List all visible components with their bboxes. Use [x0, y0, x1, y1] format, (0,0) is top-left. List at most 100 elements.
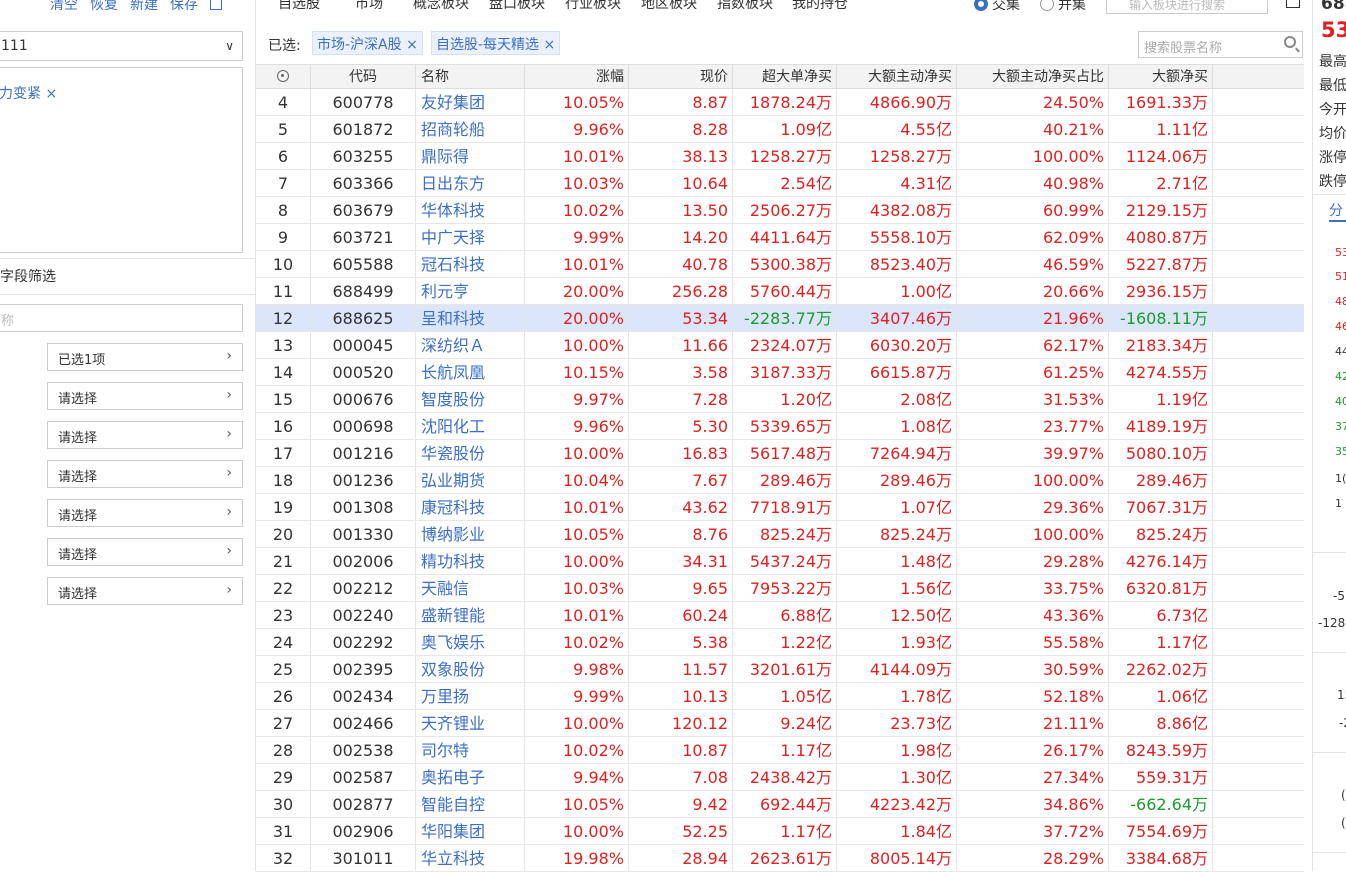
- stock-name[interactable]: 深纺织Ａ: [416, 332, 525, 358]
- table-row[interactable]: 13 000045 深纺织Ａ 10.00% 11.66 2324.07万 6030.20万 6…: [256, 332, 1304, 359]
- table-row[interactable]: 16 000698 沈阳化工 9.96% 5.30 5339.65万 1.08亿 23.77%…: [256, 413, 1304, 440]
- table-row[interactable]: 24 002292 奥飞娱乐 10.02% 5.38 1.22亿 1.93亿 55.58% 1.…: [256, 629, 1304, 656]
- tab-intraday[interactable]: 分: [1329, 200, 1346, 222]
- col-large-net[interactable]: 大额净买: [1109, 65, 1213, 88]
- stock-name[interactable]: 天齐锂业: [416, 710, 525, 736]
- tab-orderbook[interactable]: 盘口板块: [489, 0, 545, 13]
- table-row[interactable]: 7 603366 日出东方 10.03% 10.64 2.54亿 4.31亿 40.98% 2.…: [256, 170, 1304, 197]
- stock-name[interactable]: 奥飞娱乐: [416, 629, 525, 655]
- table-row[interactable]: 22 002212 天融信 10.03% 9.65 7953.22万 1.56亿 33.75%…: [256, 575, 1304, 602]
- board-search-input[interactable]: 输入板块进行搜索: [1106, 0, 1268, 14]
- table-row[interactable]: 4 600778 友好集团 10.05% 8.87 1878.24万 4866.90万 24.…: [256, 89, 1304, 116]
- table-row[interactable]: 32 301011 华立科技 19.98% 28.94 2623.61万 8005.14万 2…: [256, 845, 1304, 872]
- new-link[interactable]: 新建: [130, 0, 158, 14]
- condition-tag[interactable]: 力变紧 ×: [0, 83, 57, 103]
- table-row[interactable]: 15 000676 智度股份 9.97% 7.28 1.20亿 2.08亿 31.53% 1.1…: [256, 386, 1304, 413]
- save-link[interactable]: 保存: [170, 0, 198, 14]
- stock-name[interactable]: 精功科技: [416, 548, 525, 574]
- tab-concept[interactable]: 概念板块: [413, 0, 469, 13]
- table-row[interactable]: 6 603255 鼎际得 10.01% 38.13 1258.27万 1258.27万 100…: [256, 143, 1304, 170]
- table-row[interactable]: 31 002906 华阳集团 10.00% 52.25 1.17亿 1.84亿 37.72% 7…: [256, 818, 1304, 845]
- tab-market[interactable]: 市场: [355, 0, 383, 13]
- table-row[interactable]: 12 688625 呈和科技 20.00% 53.34 -2283.77万 3407.46万…: [256, 305, 1304, 332]
- table-row[interactable]: 23 002240 盛新锂能 10.01% 60.24 6.88亿 12.50亿 43.36%…: [256, 602, 1304, 629]
- stock-name[interactable]: 智度股份: [416, 386, 525, 412]
- tab-region[interactable]: 地区板块: [641, 0, 697, 13]
- col-xl-net[interactable]: 超大单净买: [733, 65, 837, 88]
- table-row[interactable]: 27 002466 天齐锂业 10.00% 120.12 9.24亿 23.73亿 21.11…: [256, 710, 1304, 737]
- col-change[interactable]: 涨幅: [525, 65, 629, 88]
- table-row[interactable]: 21 002006 精功科技 10.00% 34.31 5437.24万 1.48亿 29.2…: [256, 548, 1304, 575]
- restore-link[interactable]: 恢复: [90, 0, 118, 14]
- field-picker[interactable]: 已选1项 ›: [47, 343, 243, 371]
- tab-index[interactable]: 指数板块: [717, 0, 773, 13]
- filter-chip-watchlist[interactable]: 自选股-每天精选 ×: [431, 31, 561, 55]
- table-row[interactable]: 20 001330 博纳影业 10.05% 8.76 825.24万 825.24万 100.…: [256, 521, 1304, 548]
- field-picker[interactable]: 请选择 ›: [47, 421, 243, 449]
- stock-name[interactable]: 弘业期货: [416, 467, 525, 493]
- stock-name[interactable]: 万里扬: [416, 683, 525, 709]
- table-row[interactable]: 26 002434 万里扬 9.99% 10.13 1.05亿 1.78亿 52.18% 1.0…: [256, 683, 1304, 710]
- table-row[interactable]: 17 001216 华瓷股份 10.00% 16.83 5617.48万 7264.94万 3…: [256, 440, 1304, 467]
- table-row[interactable]: 5 601872 招商轮船 9.96% 8.28 1.09亿 4.55亿 40.21% 1.11…: [256, 116, 1304, 143]
- stock-name[interactable]: 利元亨: [416, 278, 525, 304]
- union-radio[interactable]: 并集: [1040, 0, 1086, 14]
- table-row[interactable]: 29 002587 奥拓电子 9.94% 7.08 2438.42万 1.30亿 27.34%…: [256, 764, 1304, 791]
- stock-name[interactable]: 博纳影业: [416, 521, 525, 547]
- table-row[interactable]: 14 000520 长航凤凰 10.15% 3.58 3187.33万 6615.87万 61…: [256, 359, 1304, 386]
- stock-name[interactable]: 华体科技: [416, 197, 525, 223]
- table-row[interactable]: 30 002877 智能自控 10.05% 9.42 692.44万 4223.42万 34.…: [256, 791, 1304, 818]
- table-row[interactable]: 28 002538 司尔特 10.02% 10.87 1.17亿 1.98亿 26.17% 82…: [256, 737, 1304, 764]
- stock-name[interactable]: 华立科技: [416, 845, 525, 871]
- stock-name[interactable]: 沈阳化工: [416, 413, 525, 439]
- field-picker[interactable]: 请选择 ›: [47, 538, 243, 566]
- stock-name[interactable]: 华阳集团: [416, 818, 525, 844]
- stock-name[interactable]: 日出东方: [416, 170, 525, 196]
- table-row[interactable]: 9 603721 中广天择 9.99% 14.20 4411.64万 5558.10万 62.…: [256, 224, 1304, 251]
- stock-name[interactable]: 中广天择: [416, 224, 525, 250]
- stock-name[interactable]: 呈和科技: [416, 305, 525, 331]
- tab-watchlist[interactable]: 自选股: [278, 0, 320, 13]
- field-picker[interactable]: 请选择 ›: [47, 577, 243, 605]
- stock-name[interactable]: 冠石科技: [416, 251, 525, 277]
- field-picker[interactable]: 请选择 ›: [47, 499, 243, 527]
- stock-name[interactable]: 智能自控: [416, 791, 525, 817]
- copy-icon[interactable]: [210, 0, 222, 10]
- stock-name[interactable]: 康冠科技: [416, 494, 525, 520]
- intersect-radio[interactable]: 交集: [974, 0, 1020, 14]
- stock-name[interactable]: 司尔特: [416, 737, 525, 763]
- settings-icon[interactable]: [277, 70, 289, 82]
- stock-name[interactable]: 友好集团: [416, 89, 525, 115]
- window-icon[interactable]: [1286, 0, 1300, 8]
- clear-link[interactable]: 清空: [50, 0, 78, 14]
- field-picker[interactable]: 请选择 ›: [47, 382, 243, 410]
- table-row[interactable]: 10 605588 冠石科技 10.01% 40.78 5300.38万 8523.40万 4…: [256, 251, 1304, 278]
- table-row[interactable]: 11 688499 利元亨 20.00% 256.28 5760.44万 1.00亿 20.6…: [256, 278, 1304, 305]
- col-name[interactable]: 名称: [416, 65, 525, 88]
- strategy-select[interactable]: 111 ∨: [0, 31, 243, 61]
- col-large-active-net[interactable]: 大额主动净买: [837, 65, 957, 88]
- tab-industry[interactable]: 行业板块: [565, 0, 621, 13]
- col-large-active-ratio[interactable]: 大额主动净买占比: [957, 65, 1109, 88]
- table-row[interactable]: 25 002395 双象股份 9.98% 11.57 3201.61万 4144.09万 30…: [256, 656, 1304, 683]
- search-icon[interactable]: [1284, 36, 1296, 48]
- stock-name[interactable]: 双象股份: [416, 656, 525, 682]
- table-row[interactable]: 19 001308 康冠科技 10.01% 43.62 7718.91万 1.07亿 29.3…: [256, 494, 1304, 521]
- stock-name[interactable]: 鼎际得: [416, 143, 525, 169]
- stock-name[interactable]: 天融信: [416, 575, 525, 601]
- table-row[interactable]: 18 001236 弘业期货 10.04% 7.67 289.46万 289.46万 100.…: [256, 467, 1304, 494]
- column-settings[interactable]: [256, 65, 311, 88]
- col-code[interactable]: 代码: [311, 65, 416, 88]
- field-picker[interactable]: 请选择 ›: [47, 460, 243, 488]
- stock-name[interactable]: 华瓷股份: [416, 440, 525, 466]
- stock-name[interactable]: 盛新锂能: [416, 602, 525, 628]
- stock-search-input[interactable]: 搜索股票名称: [1138, 31, 1303, 58]
- field-search-input[interactable]: 称: [0, 304, 243, 332]
- filter-chip-market[interactable]: 市场-沪深A股 ×: [312, 31, 423, 55]
- col-price[interactable]: 现价: [629, 65, 733, 88]
- stock-name[interactable]: 招商轮船: [416, 116, 525, 142]
- tab-holdings[interactable]: 我的持仓: [792, 0, 848, 13]
- stock-name[interactable]: 长航凤凰: [416, 359, 525, 385]
- stock-name[interactable]: 奥拓电子: [416, 764, 525, 790]
- table-row[interactable]: 8 603679 华体科技 10.02% 13.50 2506.27万 4382.08万 60…: [256, 197, 1304, 224]
